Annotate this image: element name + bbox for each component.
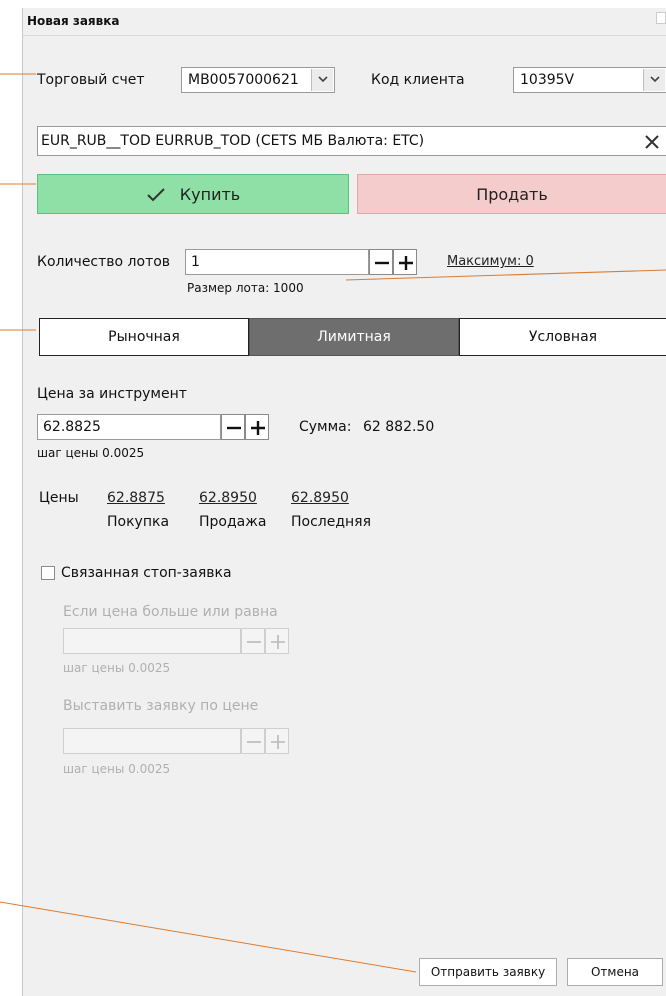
sum-label: Сумма: [299,419,352,435]
max-lots-link[interactable]: Максимум: 0 [447,254,534,269]
quote-last-caption: Последняя [291,514,372,530]
order-type-tabs: Рыночная Лимитная Условная [39,318,666,356]
trigger-decrement-button[interactable] [241,628,265,654]
lots-label: Количество лотов [37,254,171,270]
stop-order-label: Связанная стоп-заявка [61,565,232,581]
chevron-down-icon[interactable] [643,69,665,91]
account-value: MB0057000621 [188,72,299,88]
quote-sell-link[interactable]: 62.8950 [199,490,257,506]
trigger-price-label: Если цена больше или равна [63,604,278,620]
dialog-title: Новая заявка [27,14,120,28]
instrument-field[interactable]: EUR_RUB__TOD EURRUB_TOD (CETS МБ Валюта:… [37,126,666,156]
sum-value: 62 882.50 [363,419,435,435]
place-step-text: шаг цены 0.0025 [63,762,171,776]
tab-limit[interactable]: Лимитная [249,318,459,356]
price-step-text: шаг цены 0.0025 [37,446,145,460]
quote-buy-caption: Покупка [107,514,170,530]
quote-sell-caption: Продажа [199,514,267,530]
window-control-icon[interactable] [656,12,666,24]
buy-button[interactable]: Купить [37,174,349,214]
place-price-label: Выставить заявку по цене [63,698,259,714]
title-bar: Новая заявка [23,8,666,36]
trigger-price-input[interactable] [63,628,241,654]
client-value: 10395V [520,72,575,88]
instrument-value: EUR_RUB__TOD EURRUB_TOD (CETS МБ Валюта:… [41,133,425,149]
sell-button-label: Продать [476,185,548,204]
account-select[interactable]: MB0057000621 [181,67,335,93]
price-increment-button[interactable] [245,414,269,440]
cancel-button[interactable]: Отмена [567,958,663,986]
place-increment-button[interactable] [265,728,289,754]
lots-increment-button[interactable] [393,249,417,275]
client-select[interactable]: 10395V [513,67,666,93]
trigger-increment-button[interactable] [265,628,289,654]
quote-buy-link[interactable]: 62.8875 [107,490,165,506]
lots-decrement-button[interactable] [369,249,393,275]
price-value: 62.8825 [43,419,101,435]
buy-button-label: Купить [179,185,241,204]
price-decrement-button[interactable] [221,414,245,440]
trigger-step-text: шаг цены 0.0025 [63,661,171,675]
checkmark-icon [146,187,166,207]
tab-limit-label: Лимитная [317,329,391,345]
sell-button[interactable]: Продать [357,174,666,214]
price-label: Цена за инструмент [37,386,187,402]
cancel-label: Отмена [590,965,640,979]
quotes-label: Цены [39,490,79,506]
account-label: Торговый счет [37,72,145,88]
chevron-down-icon[interactable] [311,69,333,91]
submit-order-label: Отправить заявку [430,965,546,979]
lots-value: 1 [191,254,200,270]
client-label: Код клиента [371,72,465,88]
quote-last-link[interactable]: 62.8950 [291,490,349,506]
close-icon[interactable] [642,132,662,152]
tab-conditional[interactable]: Условная [459,318,666,356]
submit-order-button[interactable]: Отправить заявку [419,958,557,986]
tab-market-label: Рыночная [108,329,180,345]
lot-size-text: Размер лота: 1000 [187,281,304,295]
new-order-dialog: Новая заявка Торговый счет MB0057000621 … [22,8,666,996]
price-input[interactable]: 62.8825 [37,414,221,440]
stop-order-checkbox[interactable] [41,566,55,580]
place-decrement-button[interactable] [241,728,265,754]
lots-input[interactable]: 1 [185,249,369,275]
place-price-input[interactable] [63,728,241,754]
tab-market[interactable]: Рыночная [39,318,249,356]
tab-conditional-label: Условная [528,329,598,345]
